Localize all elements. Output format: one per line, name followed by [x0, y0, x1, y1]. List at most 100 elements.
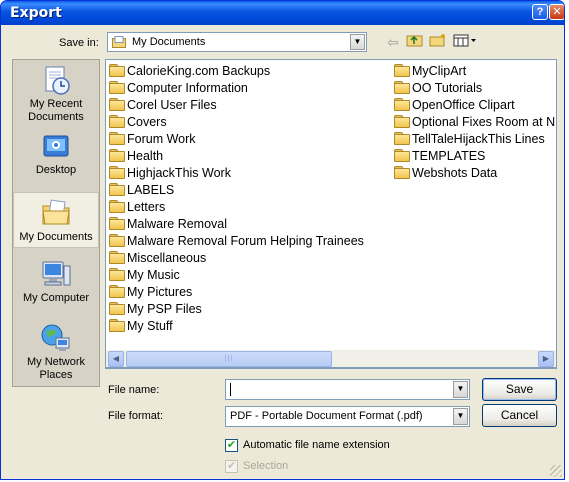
- folder-icon: [109, 234, 125, 247]
- folder-icon: [394, 115, 410, 128]
- folder-item[interactable]: My Music: [109, 267, 364, 284]
- folder-name: My PSP Files: [127, 302, 202, 316]
- chevron-down-icon[interactable]: ▼: [453, 381, 468, 398]
- file-format-dropdown[interactable]: PDF - Portable Document Format (.pdf) ▼: [225, 406, 470, 427]
- auto-extension-label: Automatic file name extension: [243, 439, 390, 451]
- folder-item[interactable]: Malware Removal: [109, 216, 364, 233]
- folder-name: Webshots Data: [412, 166, 498, 180]
- recent-documents-icon: [40, 64, 72, 96]
- folder-name: Covers: [127, 115, 167, 129]
- folder-item[interactable]: Covers: [109, 114, 364, 131]
- folder-icon: [109, 217, 125, 230]
- file-column-1: CalorieKing.com Backups Computer Informat…: [109, 63, 364, 335]
- folder-item[interactable]: OpenOffice Clipart: [394, 97, 555, 114]
- folder-icon: [109, 319, 125, 332]
- folder-item[interactable]: My Stuff: [109, 318, 364, 335]
- place-my-computer[interactable]: My Computer: [13, 258, 99, 308]
- folder-icon: [394, 64, 410, 77]
- cancel-button[interactable]: Cancel: [482, 404, 557, 427]
- folder-icon: [109, 268, 125, 281]
- folder-icon: [109, 166, 125, 179]
- selection-checkbox: ✔: [225, 460, 238, 473]
- folder-icon: [109, 81, 125, 94]
- folder-item[interactable]: MyClipArt: [394, 63, 555, 80]
- folder-item[interactable]: Corel User Files: [109, 97, 364, 114]
- folder-icon: [109, 200, 125, 213]
- folder-item[interactable]: TellTaleHijackThis Lines: [394, 131, 555, 148]
- file-format-label: File format:: [108, 410, 164, 422]
- place-my-recent-documents[interactable]: My Recent Documents: [13, 64, 99, 126]
- folder-icon: [394, 81, 410, 94]
- scrollbar-thumb[interactable]: |||: [126, 351, 332, 367]
- file-name-input[interactable]: ▼: [225, 379, 470, 400]
- chevron-down-icon[interactable]: ▼: [350, 34, 365, 50]
- resize-grip-icon[interactable]: [550, 465, 562, 477]
- folder-item[interactable]: OO Tutorials: [394, 80, 555, 97]
- folder-name: MyClipArt: [412, 64, 467, 78]
- file-list[interactable]: CalorieKing.com Backups Computer Informat…: [105, 59, 557, 369]
- save-button[interactable]: Save: [482, 378, 557, 401]
- close-button[interactable]: ✕: [549, 4, 564, 20]
- auto-extension-checkbox[interactable]: ✔: [225, 439, 238, 452]
- folder-name: OO Tutorials: [412, 81, 483, 95]
- places-bar: My Recent Documents Desktop My Documents…: [12, 59, 100, 387]
- folder-icon: [394, 132, 410, 145]
- folder-item[interactable]: Forum Work: [109, 131, 364, 148]
- folder-icon: [109, 64, 125, 77]
- folder-name: HighjackThis Work: [127, 166, 231, 180]
- folder-item[interactable]: My Pictures: [109, 284, 364, 301]
- folder-name: LABELS: [127, 183, 175, 197]
- folder-name: Malware Removal: [127, 217, 228, 231]
- view-menu-icon[interactable]: [452, 33, 478, 51]
- help-button[interactable]: ?: [532, 4, 548, 20]
- folder-name: Health: [127, 149, 164, 163]
- folder-name: OpenOffice Clipart: [412, 98, 515, 112]
- back-arrow-icon[interactable]: ⇦: [383, 33, 403, 51]
- text-cursor: [230, 383, 231, 396]
- folder-icon: [394, 98, 410, 111]
- folder-icon: [109, 251, 125, 264]
- folder-item[interactable]: TEMPLATES: [394, 148, 555, 165]
- place-my-network-places[interactable]: My Network Places: [13, 322, 99, 384]
- folder-item[interactable]: Webshots Data: [394, 165, 555, 182]
- network-places-icon: [40, 322, 72, 354]
- save-in-value: My Documents: [132, 36, 206, 48]
- place-desktop[interactable]: Desktop: [13, 130, 99, 180]
- chevron-down-icon[interactable]: ▼: [453, 408, 468, 425]
- place-label: My Documents: [19, 231, 93, 243]
- folder-item[interactable]: Malware Removal Forum Helping Trainees: [109, 233, 364, 250]
- export-dialog: Export ? ✕ Save in: My Documents ▼ ⇦ My …: [0, 0, 565, 480]
- folder-name: Computer Information: [127, 81, 248, 95]
- horizontal-scrollbar[interactable]: ◀ ||| ▶: [105, 350, 557, 368]
- folder-name: CalorieKing.com Backups: [127, 64, 271, 78]
- folder-name: Corel User Files: [127, 98, 217, 112]
- scroll-right-icon[interactable]: ▶: [538, 351, 554, 367]
- folder-icon: [394, 166, 410, 179]
- place-my-documents[interactable]: My Documents: [13, 192, 99, 248]
- folder-item[interactable]: Letters: [109, 199, 364, 216]
- file-name-label: File name:: [108, 384, 160, 396]
- folder-name: Letters: [127, 200, 166, 214]
- folder-name: Miscellaneous: [127, 251, 207, 265]
- folder-icon: [109, 149, 125, 162]
- folder-item[interactable]: Computer Information: [109, 80, 364, 97]
- title-bar[interactable]: Export ? ✕: [1, 1, 564, 25]
- folder-name: My Stuff: [127, 319, 173, 333]
- scroll-left-icon[interactable]: ◀: [108, 351, 124, 367]
- folder-item[interactable]: Health: [109, 148, 364, 165]
- folder-item[interactable]: My PSP Files: [109, 301, 364, 318]
- folder-item[interactable]: CalorieKing.com Backups: [109, 63, 364, 80]
- folder-icon: [109, 132, 125, 145]
- folder-item[interactable]: Miscellaneous: [109, 250, 364, 267]
- folder-item[interactable]: HighjackThis Work: [109, 165, 364, 182]
- up-one-level-icon[interactable]: [405, 33, 425, 51]
- save-in-dropdown[interactable]: My Documents ▼: [107, 32, 367, 52]
- file-column-2: MyClipArt OO Tutorials OpenOffice Clipart O…: [394, 63, 555, 182]
- folder-item[interactable]: LABELS: [109, 182, 364, 199]
- new-folder-icon[interactable]: [428, 33, 448, 51]
- folder-icon: [109, 302, 125, 315]
- file-format-value: PDF - Portable Document Format (.pdf): [230, 410, 423, 422]
- place-label: My Recent Documents: [28, 98, 84, 123]
- my-documents-icon: [40, 197, 72, 229]
- folder-item[interactable]: Optional Fixes Room at N: [394, 114, 555, 131]
